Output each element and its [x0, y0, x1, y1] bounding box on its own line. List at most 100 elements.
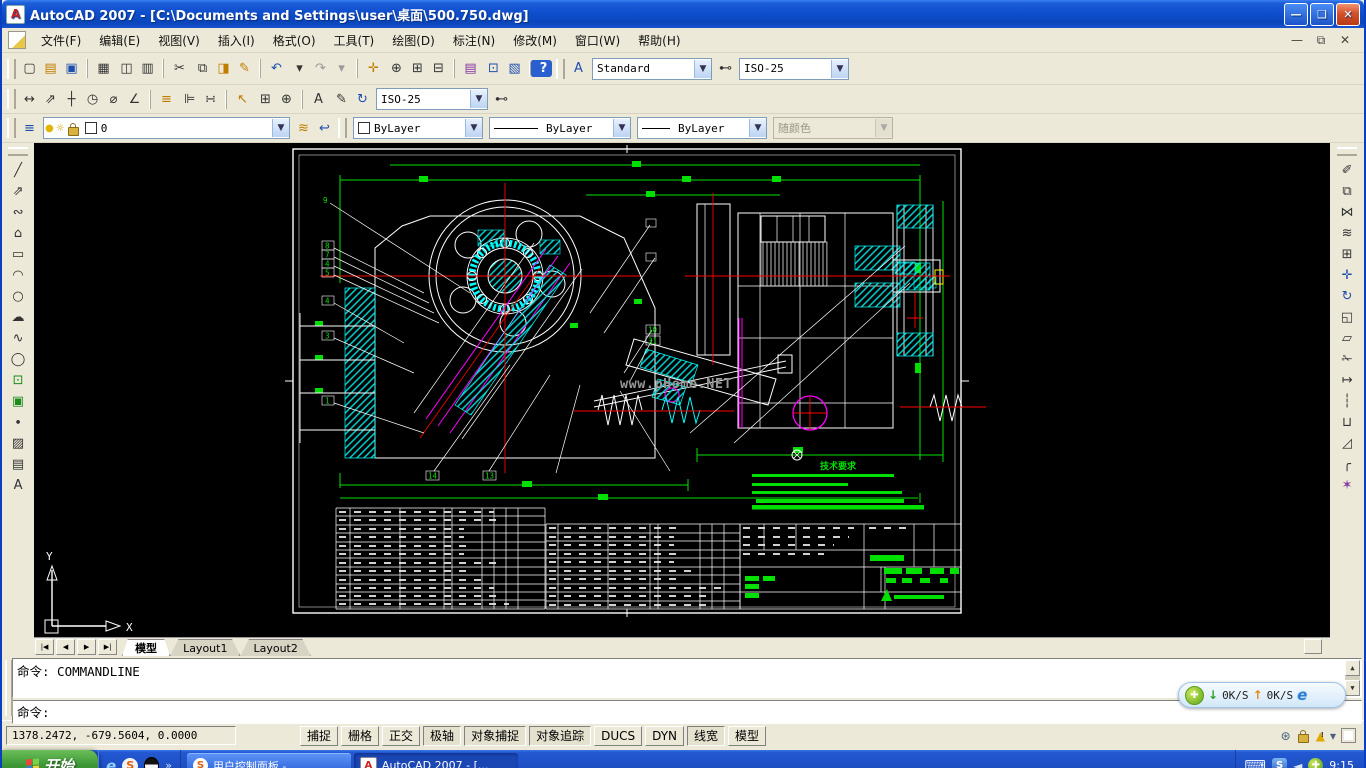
chevron-down-icon[interactable]: ▼ — [470, 90, 487, 108]
quick-dim-icon[interactable]: ≡ — [150, 90, 178, 109]
zoom-previous-icon[interactable]: ⊟ — [429, 59, 448, 78]
tab-prev-button[interactable]: ◀ — [56, 639, 75, 655]
maximize-button[interactable]: ❑ — [1310, 3, 1334, 26]
construction-line-icon[interactable]: ⇗ — [9, 182, 28, 201]
pan-icon[interactable]: ✛ — [357, 59, 385, 78]
ie-icon[interactable]: e — [1297, 686, 1307, 704]
menu-view[interactable]: 视图(V) — [149, 29, 209, 52]
cut-icon[interactable]: ✂ — [163, 59, 191, 78]
arc-icon[interactable]: ◠ — [9, 266, 28, 285]
sogou-input-tray-icon[interactable]: S — [1272, 758, 1287, 768]
tray-arrow-icon[interactable]: ▾ — [1330, 729, 1336, 743]
region-icon[interactable]: ▤ — [9, 455, 28, 474]
tab-first-button[interactable]: |◀ — [35, 639, 54, 655]
zoom-window-icon[interactable]: ⊞ — [408, 59, 427, 78]
keyboard-language-icon[interactable]: ⌨ — [1244, 757, 1266, 768]
plot-icon[interactable]: ▦ — [87, 59, 115, 78]
qnew-icon[interactable]: ▢ — [20, 59, 39, 78]
volume-icon[interactable]: ◄ — [1293, 759, 1302, 768]
chevron-down-icon[interactable]: ▼ — [749, 119, 766, 137]
layer-states-icon[interactable]: ≋ — [294, 119, 313, 138]
color-combo[interactable]: ByLayer ▼ — [353, 117, 483, 139]
offset-icon[interactable]: ≋ — [1338, 224, 1357, 243]
dim-style-combo[interactable]: ISO-25 ▼ — [376, 88, 488, 110]
net-speed-widget[interactable]: ✚ ↓ 0K/S ↑ 0K/S e — [1178, 682, 1346, 708]
quicklaunch-chevron-icon[interactable]: » — [165, 759, 172, 768]
menu-edit[interactable]: 编辑(E) — [90, 29, 149, 52]
task-autocad[interactable]: A AutoCAD 2007 - [... — [354, 753, 518, 768]
toolbar-grip[interactable] — [7, 118, 16, 138]
ellipse-icon[interactable]: ◯ — [9, 350, 28, 369]
command-history[interactable]: 命令: COMMANDLINE ▲ ▼ — [12, 658, 1362, 698]
paste-icon[interactable]: ◨ — [214, 59, 233, 78]
linetype-combo[interactable]: ByLayer ▼ — [489, 117, 631, 139]
array-icon[interactable]: ⊞ — [1338, 245, 1357, 264]
dim-ordinate-icon[interactable]: ┼ — [62, 90, 81, 109]
qq-quicklaunch-icon[interactable] — [144, 757, 159, 768]
markup-icon[interactable]: ▧ — [505, 59, 524, 78]
plot-preview-icon[interactable]: ◫ — [117, 59, 136, 78]
command-input[interactable]: 命令: — [12, 700, 1362, 724]
tab-strip-splitter[interactable] — [1304, 639, 1322, 654]
tab-model[interactable]: 模型 — [122, 639, 170, 656]
lock-icon[interactable] — [68, 127, 79, 136]
chevron-down-icon[interactable]: ▼ — [613, 119, 630, 137]
dim-baseline-icon[interactable]: ⊫ — [180, 90, 199, 109]
chevron-down-icon[interactable]: ▼ — [831, 60, 848, 78]
menu-file[interactable]: 文件(F) — [32, 29, 90, 52]
dim-angular-icon[interactable]: ∠ — [125, 90, 144, 109]
menu-help[interactable]: 帮助(H) — [629, 29, 689, 52]
bulb-icon[interactable]: ● — [45, 123, 54, 134]
dyn-toggle[interactable]: DYN — [645, 726, 684, 746]
drawing-file-icon[interactable] — [8, 31, 26, 49]
360-safety-icon[interactable]: ✚ — [1185, 686, 1204, 705]
mdi-close-button[interactable]: ✕ — [1336, 33, 1354, 48]
model-space-button[interactable]: 模型 — [728, 726, 766, 746]
start-button[interactable]: 开始 — [2, 750, 98, 768]
extend-icon[interactable]: ↦ — [1338, 371, 1357, 390]
scroll-down-icon[interactable]: ▼ — [1345, 680, 1360, 696]
copy-object-icon[interactable]: ⧉ — [1338, 182, 1357, 201]
lineweight-toggle[interactable]: 线宽 — [687, 726, 725, 746]
polar-toggle[interactable]: 极轴 — [423, 726, 461, 746]
model-space-canvas[interactable]: 9 8 7 4 5 — [34, 143, 1330, 637]
dim-edit-icon[interactable]: A — [302, 90, 330, 109]
dim-style-tool-icon[interactable]: ⊷ — [716, 59, 735, 78]
ortho-toggle[interactable]: 正交 — [382, 726, 420, 746]
point-icon[interactable]: ∙ — [9, 413, 28, 432]
copy-icon[interactable]: ⧉ — [193, 59, 212, 78]
quick-leader-icon[interactable]: ↖ — [226, 90, 254, 109]
clean-screen-button[interactable] — [1341, 728, 1356, 743]
toolbar-grip[interactable] — [7, 89, 16, 109]
toolbar-grip[interactable] — [1337, 147, 1357, 156]
circle-icon[interactable]: ○ — [9, 287, 28, 306]
menu-draw[interactable]: 绘图(D) — [383, 29, 444, 52]
center-mark-icon[interactable]: ⊕ — [277, 90, 296, 109]
polyline-icon[interactable]: ∾ — [9, 203, 28, 222]
ducs-toggle[interactable]: DUCS — [594, 726, 642, 746]
dim-radius-icon[interactable]: ◷ — [83, 90, 102, 109]
fillet-icon[interactable]: ╭ — [1338, 455, 1357, 474]
otrack-toggle[interactable]: 对象追踪 — [529, 726, 591, 746]
layer-manager-icon[interactable]: ≡ — [20, 119, 39, 138]
designcenter-icon[interactable]: ⊡ — [484, 59, 503, 78]
menu-window[interactable]: 窗口(W) — [566, 29, 629, 52]
chamfer-icon[interactable]: ◿ — [1338, 434, 1357, 453]
tolerance-icon[interactable]: ⊞ — [256, 90, 275, 109]
tab-layout2[interactable]: Layout2 — [240, 639, 310, 656]
close-button[interactable]: ✕ — [1336, 3, 1360, 26]
text-style-combo[interactable]: Standard ▼ — [592, 58, 712, 80]
chevron-down-icon[interactable]: ▼ — [465, 119, 482, 137]
toolbar-grip[interactable] — [338, 118, 347, 138]
mdi-minimize-button[interactable]: — — [1288, 33, 1306, 48]
dim-continue-icon[interactable]: ∺ — [201, 90, 220, 109]
freeze-sun-icon[interactable]: ☼ — [56, 123, 65, 134]
spline-icon[interactable]: ∿ — [9, 329, 28, 348]
task-user-control-panel[interactable]: S 用户控制面板 - ... — [187, 753, 351, 768]
redo-dropdown-icon[interactable]: ▾ — [332, 59, 351, 78]
sogou-quicklaunch-icon[interactable]: S — [122, 758, 138, 768]
dim-linear-icon[interactable]: ↔ — [20, 90, 39, 109]
mirror-icon[interactable]: ⋈ — [1338, 203, 1357, 222]
minimize-button[interactable]: — — [1284, 3, 1308, 26]
break-icon[interactable]: ⊔ — [1338, 413, 1357, 432]
